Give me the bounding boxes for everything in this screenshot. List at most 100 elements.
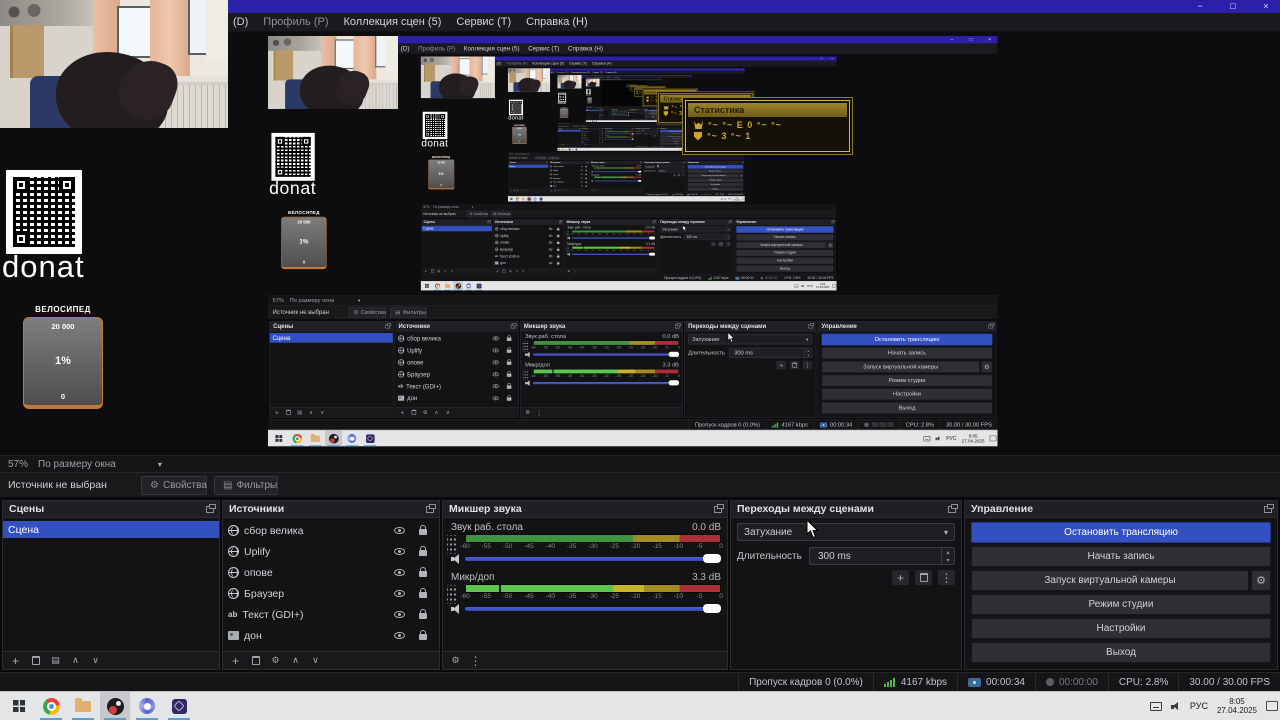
add-source-button[interactable]: + — [227, 653, 244, 668]
eye-icon[interactable] — [394, 611, 405, 618]
source-down-button[interactable]: ∨ — [307, 653, 324, 668]
cpu-status: CPU: 2.8% — [1107, 673, 1178, 691]
menu-item[interactable]: (D) — [233, 16, 248, 28]
menu-item[interactable]: Сервис (T) — [456, 16, 511, 28]
source-properties-button[interactable]: ⚙ — [267, 653, 284, 668]
source-list-item[interactable]: сбор велика — [223, 520, 439, 541]
controls-dock-header[interactable]: Управление — [965, 501, 1277, 518]
maximize-icon[interactable]: □ — [1227, 0, 1239, 13]
filters-button[interactable]: ▤ Фильтры — [214, 476, 278, 495]
taskbar-folder-app[interactable] — [68, 692, 98, 720]
touch-keyboard-icon[interactable] — [1149, 701, 1162, 711]
volume-slider[interactable] — [465, 604, 721, 613]
taskbar-purple-app[interactable] — [164, 692, 194, 720]
speaker-icon[interactable] — [451, 554, 462, 564]
remove-source-button[interactable] — [247, 653, 264, 668]
transition-select[interactable]: Затухание ▾ — [737, 523, 955, 541]
stats-overlay-window[interactable]: Статистика °~ °~ E 0 °~ °~ °~ 3 °~ 1 — [685, 100, 850, 152]
transition-menu-button[interactable]: ⋮ — [938, 570, 955, 585]
drag-grip-icon[interactable] — [447, 535, 458, 554]
close-icon[interactable]: × — [1260, 0, 1272, 13]
control-button[interactable]: Настройки — [971, 618, 1271, 639]
taskbar-blue-app[interactable] — [132, 692, 162, 720]
scene-up-button[interactable]: ∧ — [67, 653, 84, 668]
live-icon — [968, 677, 982, 687]
popout-icon[interactable] — [714, 503, 724, 513]
lock-icon[interactable] — [419, 609, 427, 619]
start-button[interactable] — [4, 692, 34, 720]
bitrate-label: 4167 kbps — [900, 676, 948, 688]
zoom-mode-dropdown[interactable]: По размеру окна ▾ — [38, 459, 162, 470]
donation-qr-code[interactable] — [6, 170, 82, 254]
duration-input[interactable]: 300 ms ▴ ▾ — [809, 547, 955, 565]
taskbar-obs[interactable] — [100, 692, 130, 720]
lock-icon[interactable] — [419, 630, 427, 640]
scene-down-button[interactable]: ∨ — [87, 653, 104, 668]
control-button[interactable]: Запуск виртуальной камеры — [971, 570, 1249, 591]
chevron-down-icon: ▾ — [157, 459, 162, 469]
add-transition-button[interactable]: + — [892, 570, 909, 585]
webcam-cardboard-box — [10, 25, 44, 78]
eye-icon[interactable] — [394, 590, 405, 597]
virtual-camera-settings-button[interactable]: ⚙ — [1251, 570, 1271, 591]
sources-dock-header[interactable]: Источники — [223, 501, 439, 518]
notification-center-icon[interactable] — [1266, 701, 1278, 711]
mixer-dock-header[interactable]: Микшер звука — [443, 501, 727, 518]
popout-icon[interactable] — [948, 503, 958, 513]
source-name: Браузер — [244, 587, 285, 600]
taskbar-chrome[interactable] — [36, 692, 66, 720]
scene-list-item[interactable]: Сцена — [3, 521, 219, 538]
menu-item[interactable]: Профиль (P) — [263, 16, 328, 28]
remove-scene-button[interactable] — [27, 653, 44, 668]
control-button[interactable]: Остановить трансляцию — [971, 522, 1271, 543]
popout-icon[interactable] — [426, 503, 436, 513]
speaker-icon[interactable] — [1170, 701, 1181, 711]
source-list-item[interactable]: дон — [223, 625, 439, 646]
add-scene-button[interactable]: + — [7, 653, 24, 668]
source-list-item[interactable]: опове — [223, 562, 439, 583]
control-button[interactable]: Начать запись — [971, 546, 1271, 567]
taskbar-clock[interactable]: 8:05 27.04.2025 — [1217, 697, 1257, 715]
source-list-item[interactable]: ab Текст (GDI+) — [223, 604, 439, 625]
drag-grip-icon[interactable] — [447, 585, 458, 604]
eye-icon[interactable] — [394, 548, 405, 555]
volume-slider-handle[interactable] — [703, 554, 721, 563]
menu-item[interactable]: Справка (H) — [526, 16, 587, 28]
control-button[interactable]: Режим студии — [971, 594, 1271, 615]
scenes-dock-header[interactable]: Сцены — [3, 501, 219, 518]
minimize-icon[interactable]: − — [1194, 0, 1206, 13]
source-list-item[interactable]: Uplify — [223, 541, 439, 562]
volume-slider[interactable] — [465, 554, 721, 563]
lock-icon[interactable] — [419, 546, 427, 556]
source-list-item[interactable]: Браузер — [223, 583, 439, 604]
donation-goal-widget[interactable]: ВЕЛОСИПЕД 20 000 1% 0 — [23, 305, 103, 409]
remove-transition-button[interactable] — [915, 570, 932, 585]
spin-up-icon[interactable]: ▴ — [942, 548, 954, 556]
popout-icon[interactable] — [206, 503, 216, 513]
mixer-menu-button[interactable]: ⋮ — [467, 653, 484, 668]
language-indicator[interactable]: РУС — [1190, 701, 1208, 711]
eye-icon[interactable] — [394, 569, 405, 576]
scenes-list: Сцена — [3, 521, 219, 538]
eye-icon[interactable] — [394, 527, 405, 534]
goal-title: ВЕЛОСИПЕД — [35, 305, 91, 314]
menu-item[interactable]: Коллекция сцен (5) — [344, 16, 442, 28]
advanced-audio-button[interactable]: ⚙ — [447, 653, 464, 668]
lock-icon[interactable] — [419, 567, 427, 577]
transitions-dock-header[interactable]: Переходы между сценами — [731, 501, 961, 518]
mouse-cursor — [806, 520, 819, 539]
speaker-icon[interactable] — [451, 604, 462, 614]
chevron-down-icon: ▾ — [943, 527, 948, 537]
spin-down-icon[interactable]: ▾ — [942, 556, 954, 564]
popout-icon[interactable] — [1264, 503, 1274, 513]
eye-icon[interactable] — [394, 632, 405, 639]
meter-tick-label: -5 — [696, 593, 703, 600]
control-button[interactable]: Выход — [971, 642, 1271, 663]
scene-filters-button[interactable]: ▤ — [47, 653, 64, 668]
source-up-button[interactable]: ∧ — [287, 653, 304, 668]
lock-icon[interactable] — [419, 525, 427, 535]
volume-slider-handle[interactable] — [703, 604, 721, 613]
properties-button[interactable]: ⚙ Свойства — [141, 476, 207, 495]
lock-icon[interactable] — [419, 588, 427, 598]
webcam-overlay[interactable] — [0, 0, 228, 128]
